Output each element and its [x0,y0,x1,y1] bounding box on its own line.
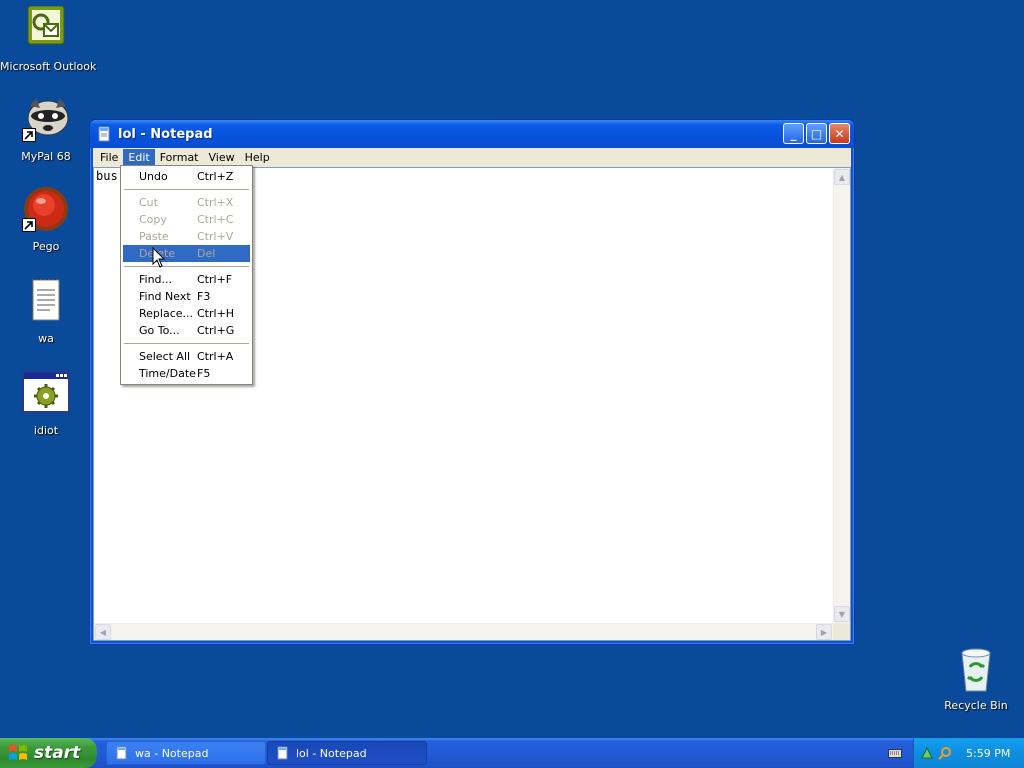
menu-item-label: Undo [139,170,168,183]
scroll-right-icon[interactable]: ▶ [816,624,832,640]
menu-file[interactable]: File [95,149,123,166]
desktop-icon-pego[interactable]: Pego [0,186,92,253]
menu-item-select-all[interactable]: Select All Ctrl+A [123,348,250,365]
raccoon-icon [22,96,70,144]
menu-item-label: Paste [139,230,169,243]
desktop-icon-recycle-bin[interactable]: Recycle Bin [930,645,1022,712]
menu-separator [124,189,249,190]
desktop-icon-label: Recycle Bin [944,699,1008,712]
desktop-icon-label: MyPal 68 [21,150,71,163]
maximize-icon: □ [810,126,823,141]
menu-item-label: Cut [139,196,158,209]
close-icon: ✕ [834,126,845,141]
menu-item-shortcut: F3 [197,290,211,303]
menu-item-label: Go To... [139,324,180,337]
menu-help[interactable]: Help [240,149,275,166]
network-icon[interactable] [920,746,934,760]
minimize-icon: _ [790,126,797,141]
taskbar: start wa - Notepad lol - Notepad 5:59 PM [0,738,1024,768]
editor-content: bus [96,169,118,183]
menu-item-go-to[interactable]: Go To... Ctrl+G [123,322,250,339]
scroll-up-icon[interactable]: ▲ [834,169,850,185]
menu-item-shortcut: F5 [197,367,211,380]
taskbar-button-label: wa - Notepad [135,746,209,760]
menu-item-shortcut: Ctrl+V [197,230,234,243]
vertical-scrollbar[interactable]: ▲ ▼ [833,168,850,623]
menu-item-label: Time/Date [139,367,196,380]
desktop-icon-label: idiot [33,424,59,437]
taskbar-button-wa-notepad[interactable]: wa - Notepad [106,741,266,765]
desktop-icon-label: wa [38,332,54,345]
menu-item-cut[interactable]: Cut Ctrl+X [123,194,250,211]
edit-menu-dropdown: Undo Ctrl+Z Cut Ctrl+X Copy Ctrl+C Paste… [120,165,253,385]
outlook-icon [22,5,70,54]
menu-item-label: Delete [139,247,176,260]
resize-grip-icon[interactable] [833,623,850,640]
menu-item-find-next[interactable]: Find Next F3 [123,288,250,305]
menu-item-label: Replace... [139,307,194,320]
notepad-icon [276,746,290,760]
scroll-down-icon[interactable]: ▼ [834,606,850,622]
menu-item-shortcut: Ctrl+G [197,324,235,337]
desktop-icon-wa[interactable]: wa [0,278,92,345]
menu-separator [124,266,249,267]
notepad-icon [115,746,129,760]
menu-item-shortcut: Del [197,247,216,260]
clock[interactable]: 5:59 PM [966,747,1010,760]
desktop-icon-idiot[interactable]: idiot [0,370,92,437]
menu-item-label: Select All [139,350,191,363]
start-label: start [34,743,81,763]
text-document-icon [22,278,70,326]
notepad-icon [96,126,112,142]
menu-format[interactable]: Format [155,149,204,166]
menu-item-shortcut: Ctrl+F [197,273,233,286]
window-titlebar[interactable]: lol - Notepad _ □ ✕ [90,120,854,148]
desktop-icon-label: Pego [32,240,60,253]
menu-item-delete[interactable]: Delete Del [123,245,250,262]
menu-item-label: Find Next [139,290,191,303]
desktop-icon-outlook[interactable]: Microsoft Outlook [0,5,97,73]
recycle-bin-icon [952,645,1000,693]
menu-item-shortcut: Ctrl+H [197,307,235,320]
menu-separator [124,343,249,344]
taskbar-button-label: lol - Notepad [296,746,367,760]
menu-item-time-date[interactable]: Time/Date F5 [123,365,250,382]
search-icon[interactable] [938,746,952,760]
menu-item-shortcut: Ctrl+Z [197,170,234,183]
menu-item-label: Copy [139,213,167,226]
maximize-button[interactable]: □ [806,123,827,144]
menu-item-shortcut: Ctrl+A [197,350,234,363]
scroll-left-icon[interactable]: ◀ [95,624,111,640]
menu-item-paste[interactable]: Paste Ctrl+V [123,228,250,245]
menu-edit[interactable]: Edit [123,149,155,166]
menu-view[interactable]: View [204,149,240,166]
red-ball-icon [22,186,70,234]
horizontal-scrollbar[interactable]: ◀ ▶ [94,623,833,640]
system-tray: 5:59 PM [913,738,1024,768]
menu-item-replace[interactable]: Replace... Ctrl+H [123,305,250,322]
menu-item-find[interactable]: Find... Ctrl+F [123,271,250,288]
close-button[interactable]: ✕ [829,123,850,144]
desktop-icon-mypal[interactable]: MyPal 68 [0,96,92,163]
menu-item-shortcut: Ctrl+X [197,196,234,209]
taskbar-button-lol-notepad[interactable]: lol - Notepad [267,741,427,765]
shortcut-arrow-icon [22,128,36,142]
keyboard-icon[interactable] [888,747,902,759]
menu-item-undo[interactable]: Undo Ctrl+Z [123,168,250,185]
windows-logo-icon [8,743,28,763]
desktop-icon-label: Microsoft Outlook [0,60,97,73]
start-button[interactable]: start [0,738,97,768]
menu-item-label: Find... [139,273,173,286]
minimize-button[interactable]: _ [783,123,804,144]
window-title: lol - Notepad [118,126,213,142]
menu-item-copy[interactable]: Copy Ctrl+C [123,211,250,228]
application-gear-icon [22,370,70,418]
shortcut-arrow-icon [22,218,36,232]
menu-item-shortcut: Ctrl+C [197,213,234,226]
